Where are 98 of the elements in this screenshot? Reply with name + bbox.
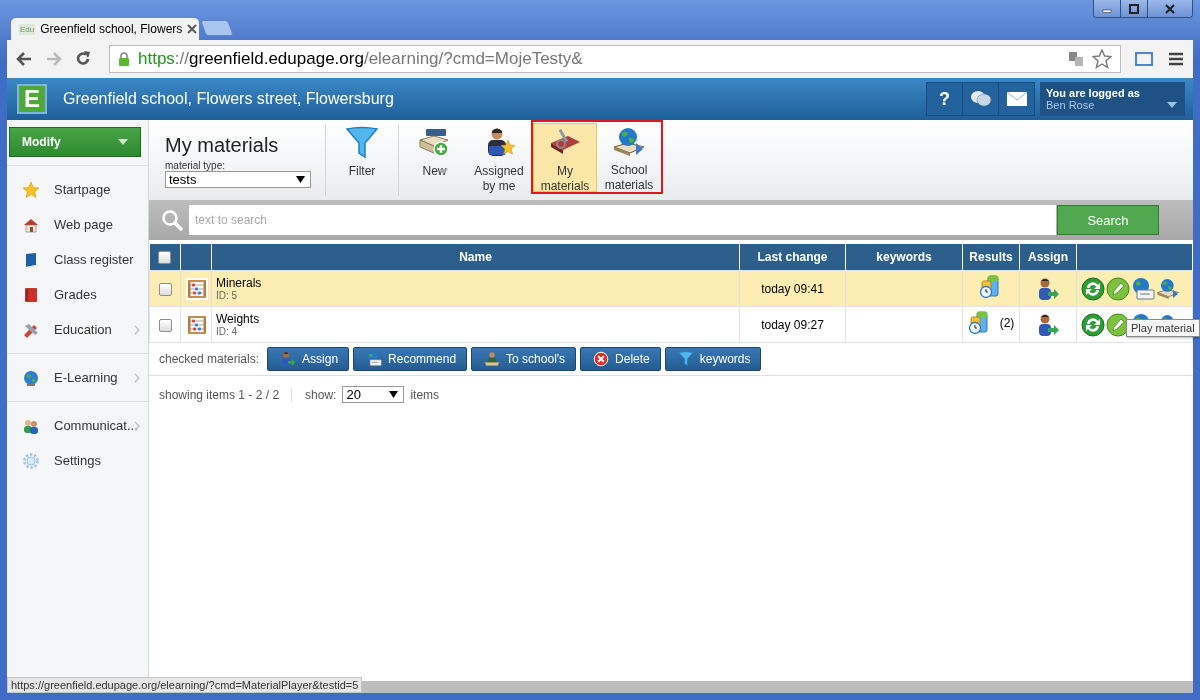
chat-button[interactable]: [962, 83, 998, 115]
sidebar-item[interactable]: Communicat...: [7, 408, 148, 443]
user-menu[interactable]: You are logged as Ben Rose: [1040, 82, 1185, 116]
chat-icon: [969, 89, 992, 109]
column-header[interactable]: Name: [459, 250, 492, 264]
sidebar-item[interactable]: Class register: [7, 242, 148, 277]
last-change: today 09:27: [761, 317, 824, 332]
sidebar-item[interactable]: Education: [7, 312, 148, 347]
globe-icon: [23, 369, 39, 386]
delete-icon: [593, 351, 610, 367]
caret-icon: [438, 169, 448, 174]
maximize-icon: [1129, 3, 1139, 14]
bulk-action-button[interactable]: To school's: [471, 347, 577, 371]
refresh-icon: [1081, 312, 1105, 337]
checkbox[interactable]: [158, 282, 172, 296]
material-name[interactable]: Weights: [216, 312, 735, 326]
results-count: (2): [999, 316, 1015, 330]
page-size-select[interactable]: 20: [342, 386, 405, 403]
person-arrow-icon: [1036, 276, 1060, 301]
school-name: Greenfield school, Flowers street, Flowersburg: [63, 90, 394, 108]
bulk-action-button[interactable]: Assign: [267, 347, 350, 371]
bulk-action-button[interactable]: Delete: [580, 347, 661, 371]
screen-icon: [1133, 50, 1155, 68]
bookmark-star-icon: [1092, 49, 1112, 69]
sidebar-item[interactable]: Grades: [7, 277, 148, 312]
show-label: show:: [305, 387, 337, 402]
items-summary: showing items 1 - 2 / 2: [159, 387, 293, 402]
person-arrow-icon: [1036, 312, 1060, 337]
tab-title: Greenfield school, Flowers: [40, 22, 183, 36]
star-icon: [23, 181, 39, 198]
toolbar-button[interactable]: Filter: [330, 124, 394, 196]
checkbox[interactable]: [158, 251, 172, 265]
search-field[interactable]: text to search: [189, 205, 1056, 235]
globe-book-icon: [1156, 276, 1180, 301]
items-label: items: [410, 387, 440, 402]
book-icon: [23, 251, 39, 268]
modify-button[interactable]: Modify: [9, 127, 141, 157]
material-id: ID: 4: [216, 326, 239, 337]
settings-icon: [23, 452, 39, 469]
toolbar-button[interactable]: Assigned by me: [467, 124, 531, 196]
house-icon: [23, 216, 39, 233]
reload-icon: [75, 51, 91, 67]
favicon: Edu: [19, 23, 36, 35]
forward-icon: [45, 51, 63, 67]
filter-icon: [677, 351, 694, 367]
bulk-action-button[interactable]: Recommend: [353, 347, 468, 371]
pencil-icon: [1106, 276, 1130, 301]
sidebar-item[interactable]: Settings: [7, 443, 148, 478]
maximize-button[interactable]: [1120, 0, 1147, 17]
person-arrow-icon: [280, 351, 297, 367]
status-url: https://greenfield.edupage.org/elearning/?cmd=MaterialPlayer&testid=5: [7, 677, 363, 693]
globe-card-icon: [1131, 276, 1155, 301]
caret-icon: [118, 139, 128, 145]
filter-icon: [345, 126, 379, 160]
globe-book-icon: [612, 125, 646, 159]
mail-button[interactable]: [998, 83, 1034, 115]
checkbox[interactable]: [158, 318, 172, 332]
abacus-icon: [185, 276, 209, 301]
last-change: today 09:41: [761, 281, 824, 296]
scrollbar[interactable]: [362, 681, 1193, 693]
table-row[interactable]: Minerals ID: 5 today 09:41: [149, 270, 1193, 307]
caret-icon: [1167, 102, 1177, 108]
checked-materials-label: checked materials:: [159, 352, 260, 366]
back-icon: [15, 51, 33, 67]
chevron-icon: [134, 372, 140, 383]
closed-book-icon: [23, 286, 39, 303]
toolbar-button[interactable]: My materials: [533, 123, 597, 192]
people-icon: [23, 417, 39, 434]
dropdown-arrow-icon: [389, 391, 399, 398]
toolbar-button[interactable]: School materials: [597, 123, 661, 192]
close-window-button[interactable]: [1147, 0, 1192, 17]
tooltip: Play material: [1126, 319, 1200, 337]
refresh-icon: [1081, 276, 1105, 301]
material-type-label: material type:: [165, 160, 227, 171]
material-name[interactable]: Minerals: [216, 276, 735, 290]
close-icon: [1164, 3, 1176, 14]
material-type-select[interactable]: tests: [165, 171, 311, 188]
material-id: ID: 5: [216, 290, 239, 301]
browser-tab[interactable]: Edu Greenfield school, Flowers: [11, 18, 199, 40]
chevron-icon: [134, 324, 140, 335]
page-title: My materials: [165, 134, 280, 157]
dropdown-arrow-icon: [296, 176, 305, 183]
address-bar[interactable]: https://greenfield.edupage.org/elearning/?cmd=MojeTesty&: [109, 45, 1121, 73]
menu-icon: [1167, 51, 1185, 67]
url-text: https://greenfield.edupage.org/elearning/?cmd=MojeTesty&: [138, 49, 583, 69]
bulk-action-button[interactable]: keywords: [664, 347, 762, 371]
close-icon: [187, 24, 198, 34]
globe-card-icon: [366, 351, 383, 367]
lock-icon: [118, 51, 130, 67]
sidebar-item[interactable]: Web page: [7, 207, 148, 242]
pencil-ruler-icon: [23, 321, 39, 338]
help-button[interactable]: ?: [927, 83, 962, 115]
person-desk-icon: [484, 351, 501, 367]
mail-icon: [1005, 91, 1028, 107]
sidebar-item[interactable]: Startpage: [7, 172, 148, 207]
sidebar-item[interactable]: E-Learning: [7, 360, 148, 395]
translate-icon: [1068, 51, 1084, 67]
search-icon: [161, 209, 183, 231]
